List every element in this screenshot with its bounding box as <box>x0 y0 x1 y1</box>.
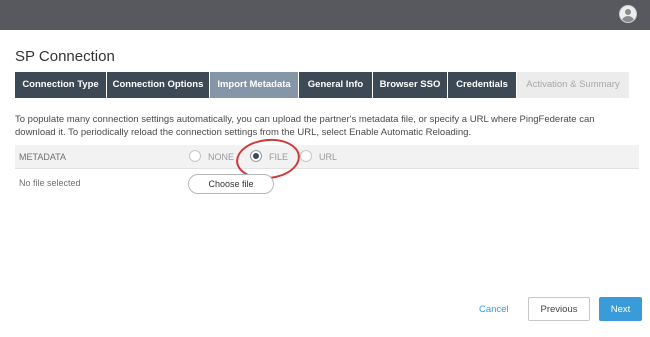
radio-url-label: URL <box>319 152 338 162</box>
tab-import-metadata[interactable]: Import Metadata <box>210 72 298 98</box>
radio-none-label: NONE <box>208 152 235 162</box>
page-title: SP Connection <box>15 48 115 65</box>
radio-none-icon[interactable] <box>189 150 201 162</box>
metadata-row: METADATA NONE FILE URL <box>15 145 639 169</box>
tab-general-info[interactable]: General Info <box>299 72 372 98</box>
avatar-head-shape <box>625 9 631 15</box>
wizard-tabs: Connection Type Connection Options Impor… <box>15 72 630 98</box>
previous-button[interactable]: Previous <box>528 297 590 321</box>
cancel-link[interactable]: Cancel <box>479 304 509 315</box>
radio-file-label: FILE <box>269 152 289 162</box>
instructions-text: To populate many connection settings aut… <box>15 114 595 138</box>
tab-browser-sso[interactable]: Browser SSO <box>373 72 447 98</box>
top-bar <box>0 0 650 30</box>
next-button[interactable]: Next <box>599 297 642 321</box>
choose-file-button[interactable]: Choose file <box>188 174 274 194</box>
metadata-label: METADATA <box>19 152 66 162</box>
tab-connection-options[interactable]: Connection Options <box>107 72 209 98</box>
radio-url-icon[interactable] <box>300 150 312 162</box>
tab-connection-type[interactable]: Connection Type <box>15 72 106 98</box>
tab-activation-summary: Activation & Summary <box>517 72 629 98</box>
radio-file-icon[interactable] <box>250 150 262 162</box>
file-status-text: No file selected <box>19 178 81 188</box>
tab-credentials[interactable]: Credentials <box>448 72 516 98</box>
avatar-body-shape <box>622 16 634 22</box>
user-avatar-icon[interactable] <box>619 5 637 23</box>
